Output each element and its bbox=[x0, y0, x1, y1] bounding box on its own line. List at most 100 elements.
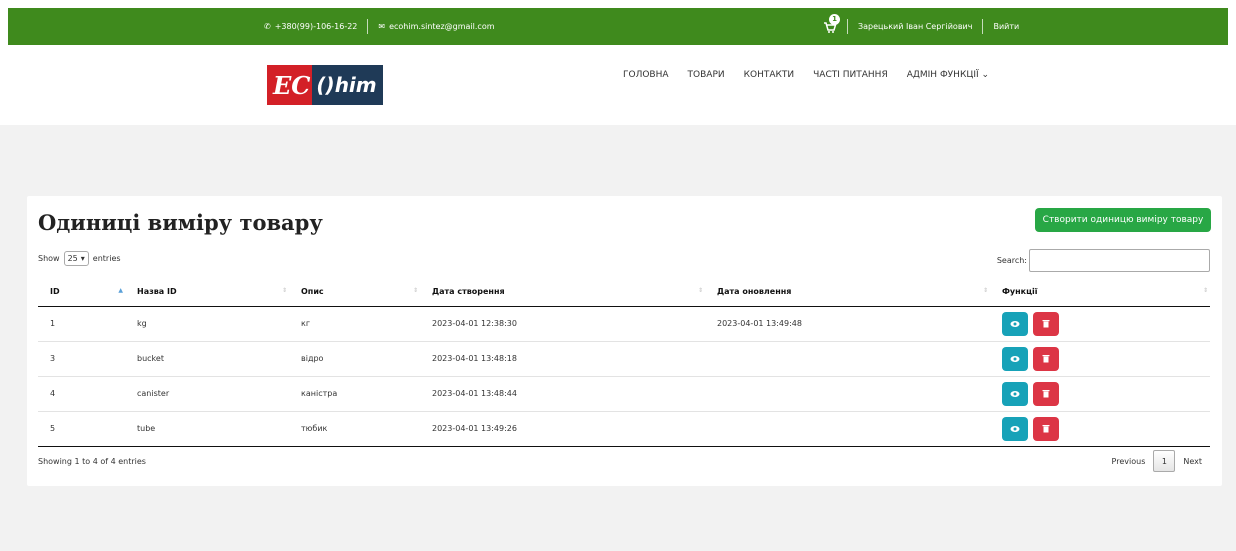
ecohim-logo[interactable]: EC ()him bbox=[267, 65, 383, 105]
logo-part-him: ()him bbox=[312, 65, 383, 105]
nav-home[interactable]: ГОЛОВНА bbox=[623, 70, 669, 80]
table-row: 1 kg кг 2023-04-01 12:38:30 2023-04-01 1… bbox=[38, 305, 1210, 341]
sort-icon: ⇕ bbox=[412, 287, 418, 294]
cell-id: 4 bbox=[38, 375, 125, 411]
eye-icon bbox=[1010, 355, 1020, 362]
user-name-link[interactable]: Зарецький Іван Сергійович bbox=[858, 22, 972, 31]
search-input[interactable] bbox=[1029, 249, 1210, 272]
chevron-down-icon: ▾ bbox=[80, 254, 85, 263]
sort-asc-icon: ▲ bbox=[118, 287, 123, 294]
cell-actions bbox=[990, 340, 1210, 376]
table-row: 4 canister каністра 2023-04-01 13:48:44 bbox=[38, 375, 1210, 411]
trash-icon bbox=[1042, 390, 1050, 398]
units-table: ID ▲ Назва ID ⇕ Опис ⇕ Дата створення ⇕ Дата… bbox=[38, 278, 1210, 447]
divider bbox=[982, 19, 984, 34]
page-1-button[interactable]: 1 bbox=[1153, 450, 1176, 472]
cell-name: canister bbox=[125, 375, 289, 411]
entries-label: entries bbox=[92, 254, 121, 263]
view-button[interactable] bbox=[1002, 416, 1028, 441]
cart-button[interactable]: 1 bbox=[823, 13, 840, 34]
cart-count-badge: 1 bbox=[829, 13, 840, 25]
show-label: Show bbox=[38, 254, 60, 263]
col-created[interactable]: Дата створення ⇕ bbox=[420, 278, 705, 307]
phone-icon: ✆ bbox=[264, 22, 271, 31]
sort-icon: ⇕ bbox=[982, 287, 988, 294]
table-row: 5 tube тюбик 2023-04-01 13:49:26 bbox=[38, 410, 1210, 447]
nav-faq[interactable]: ЧАСТІ ПИТАННЯ bbox=[813, 70, 888, 80]
pagination: Previous 1 Next bbox=[1112, 450, 1202, 472]
cell-actions bbox=[990, 375, 1210, 411]
cell-updated: 2023-04-01 13:49:48 bbox=[705, 305, 990, 341]
col-updated[interactable]: Дата оновлення ⇕ bbox=[705, 278, 990, 307]
delete-button[interactable] bbox=[1033, 346, 1059, 371]
eye-icon bbox=[1010, 390, 1020, 397]
email-item[interactable]: ✉ ecohim.sintez@gmail.com bbox=[378, 22, 494, 31]
trash-icon bbox=[1042, 320, 1050, 328]
nav-contacts[interactable]: КОНТАКТИ bbox=[744, 70, 795, 80]
cell-actions bbox=[990, 305, 1210, 341]
phone-item[interactable]: ✆ +380(99)-106-16-22 bbox=[264, 22, 357, 31]
col-functions[interactable]: Функції ⇕ bbox=[990, 278, 1210, 307]
nav-admin-label: АДМІН ФУНКЦІЇ bbox=[906, 70, 979, 80]
view-button[interactable] bbox=[1002, 381, 1028, 406]
eye-icon bbox=[1010, 425, 1020, 432]
previous-button[interactable]: Previous bbox=[1112, 457, 1146, 466]
view-button[interactable] bbox=[1002, 311, 1028, 336]
contact-info: ✆ +380(99)-106-16-22 ✉ ecohim.sintez@gma… bbox=[264, 8, 495, 45]
cell-created: 2023-04-01 13:48:44 bbox=[420, 375, 705, 411]
cell-created: 2023-04-01 12:38:30 bbox=[420, 305, 705, 341]
cell-id: 3 bbox=[38, 340, 125, 376]
table-row: 3 bucket відро 2023-04-01 13:48:18 bbox=[38, 340, 1210, 376]
nav-admin-functions[interactable]: АДМІН ФУНКЦІЇ ⌄ bbox=[907, 70, 989, 80]
sort-icon: ⇕ bbox=[281, 287, 287, 294]
cell-created: 2023-04-01 13:49:26 bbox=[420, 410, 705, 447]
site-header: EC ()him ГОЛОВНА ТОВАРИ КОНТАКТИ ЧАСТІ П… bbox=[0, 45, 1236, 125]
cell-description: відро bbox=[289, 340, 420, 376]
cell-created: 2023-04-01 13:48:18 bbox=[420, 340, 705, 376]
cell-updated bbox=[705, 340, 990, 376]
sort-icon: ⇕ bbox=[1202, 287, 1208, 294]
cell-name: bucket bbox=[125, 340, 289, 376]
phone-text: +380(99)-106-16-22 bbox=[274, 22, 358, 31]
cell-id: 5 bbox=[38, 410, 125, 447]
delete-button[interactable] bbox=[1033, 416, 1059, 441]
delete-button[interactable] bbox=[1033, 381, 1059, 406]
email-text: ecohim.sintez@gmail.com bbox=[389, 22, 495, 31]
entries-length-control: Show 25 ▾ entries bbox=[38, 251, 121, 266]
sort-icon: ⇕ bbox=[697, 287, 703, 294]
search-control: Search: bbox=[997, 249, 1210, 272]
cell-description: тюбик bbox=[289, 410, 420, 447]
cell-id: 1 bbox=[38, 305, 125, 341]
user-area: 1 Зарецький Іван Сергійович Вийти bbox=[823, 8, 1019, 45]
view-button[interactable] bbox=[1002, 346, 1028, 371]
create-unit-button[interactable]: Створити одиницю виміру товару bbox=[1035, 208, 1211, 232]
entries-select[interactable]: 25 ▾ bbox=[63, 251, 89, 266]
divider bbox=[847, 19, 848, 34]
cell-updated bbox=[705, 375, 990, 411]
trash-icon bbox=[1042, 425, 1050, 433]
page-title: Одиниці виміру товару bbox=[38, 210, 323, 235]
top-bar: ✆ +380(99)-106-16-22 ✉ ecohim.sintez@gma… bbox=[8, 8, 1228, 45]
logout-link[interactable]: Вийти bbox=[993, 22, 1019, 31]
divider bbox=[367, 19, 369, 34]
nav-products[interactable]: ТОВАРИ bbox=[688, 70, 725, 80]
col-name[interactable]: Назва ID ⇕ bbox=[125, 278, 289, 307]
col-id[interactable]: ID ▲ bbox=[38, 278, 125, 307]
chevron-down-icon: ⌄ bbox=[981, 70, 990, 80]
content-card: Одиниці виміру товару Створити одиницю в… bbox=[27, 196, 1222, 486]
trash-icon bbox=[1042, 355, 1050, 363]
main-nav: ГОЛОВНА ТОВАРИ КОНТАКТИ ЧАСТІ ПИТАННЯ АД… bbox=[623, 65, 1008, 85]
table-header-row: ID ▲ Назва ID ⇕ Опис ⇕ Дата створення ⇕ Дата… bbox=[38, 278, 1210, 307]
cell-name: tube bbox=[125, 410, 289, 447]
cell-name: kg bbox=[125, 305, 289, 341]
cell-description: каністра bbox=[289, 375, 420, 411]
delete-button[interactable] bbox=[1033, 311, 1059, 336]
envelope-icon: ✉ bbox=[378, 22, 386, 31]
col-description[interactable]: Опис ⇕ bbox=[289, 278, 420, 307]
eye-icon bbox=[1010, 320, 1020, 327]
next-button[interactable]: Next bbox=[1183, 457, 1202, 466]
cell-updated bbox=[705, 410, 990, 447]
logo-part-ec: EC bbox=[267, 65, 313, 105]
table-info: Showing 1 to 4 of 4 entries bbox=[38, 457, 146, 466]
cell-description: кг bbox=[289, 305, 420, 341]
